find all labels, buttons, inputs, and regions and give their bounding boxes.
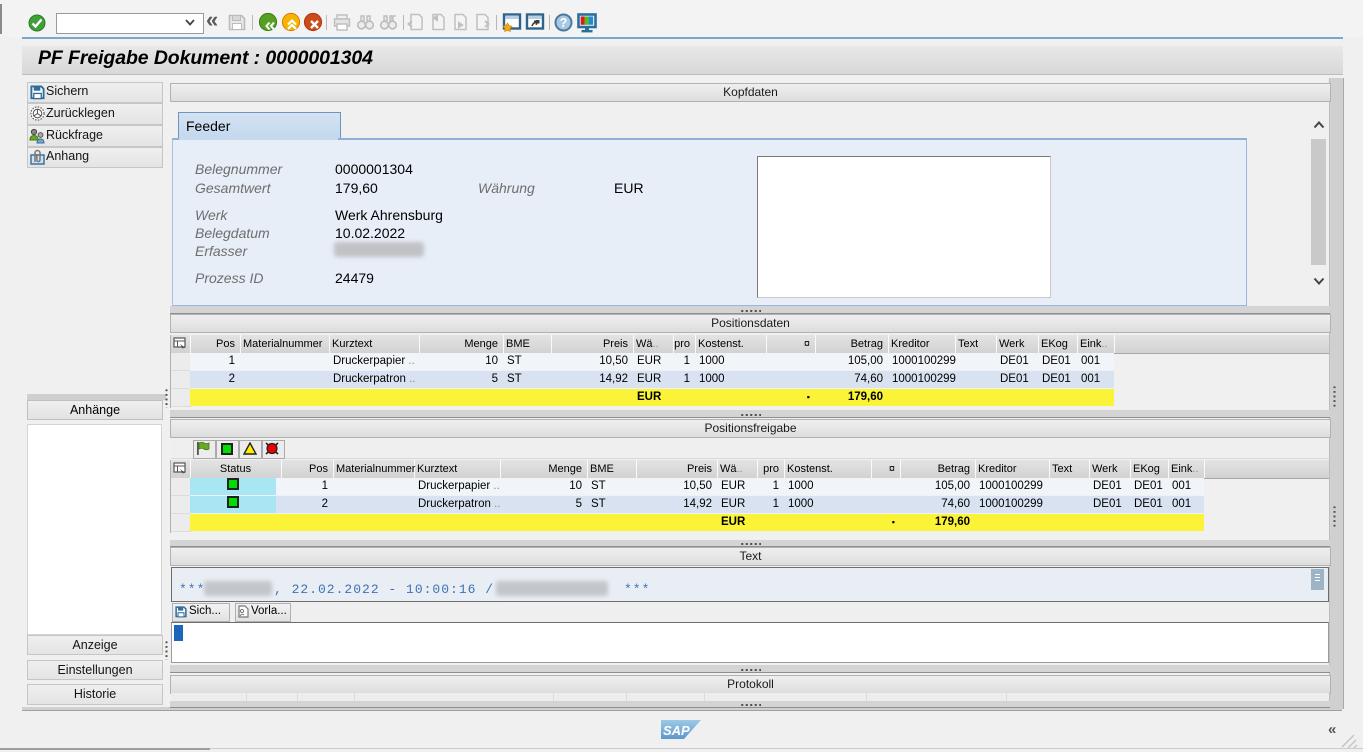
svg-text:SAP: SAP [663,723,690,738]
svg-text:?: ? [560,16,568,30]
